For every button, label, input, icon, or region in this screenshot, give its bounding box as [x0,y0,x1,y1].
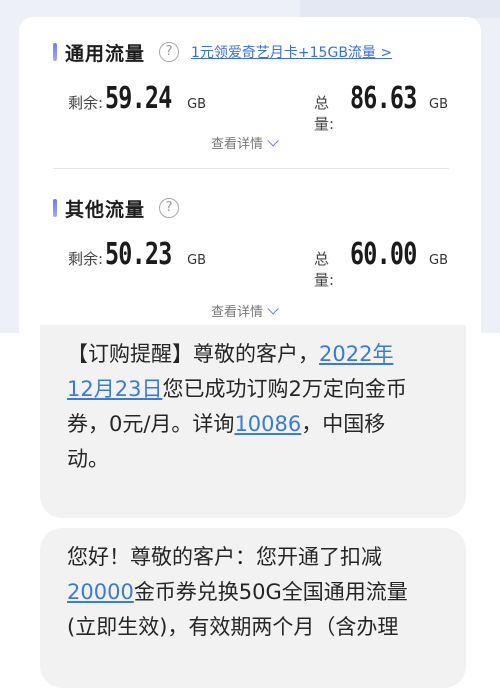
message-text: 您已成功订购2万定向金币 [162,377,407,401]
message-line: 券，0元/月。详询10086，中国移 [67,407,442,442]
total-unit: GB [429,253,448,268]
total-value: 86.63 [350,81,417,116]
message-text: (立即生效)，有效期两个月（含办理 [67,615,399,639]
help-icon[interactable]: ? [159,198,180,218]
other-data-section: 其他流量 ? 剩余: 50.23 GB 总量: 60.00 GB 查看详情 [19,169,481,333]
accent-bar [53,199,57,217]
remaining-unit: GB [187,253,207,268]
date-link[interactable]: 2022年 [319,342,393,366]
other-data-stats: 剩余: 50.23 GB 总量: 60.00 GB [68,237,448,289]
view-details-label: 查看详情 [211,305,264,320]
number-link[interactable]: 20000 [67,580,134,604]
data-usage-card: 通用流量 ? 1元领爱奇艺月卡+15GB流量 > 剩余: 59.24 GB 总量… [19,17,481,333]
top-strip [300,0,500,18]
message-line: 20000金币券兑换50G全国通用流量 [67,575,442,610]
accent-bar [53,43,57,61]
message-line: 您好！尊敬的客户：您开通了扣减 [67,540,442,575]
chevron-down-icon [267,134,279,147]
other-data-title: 其他流量 [65,198,146,221]
general-total: 总量: 86.63 GB [314,81,448,134]
remaining-label: 剩余: [68,250,104,268]
general-data-title: 通用流量 [65,42,146,65]
chevron-down-icon [267,302,279,315]
view-details-label: 查看详情 [211,137,264,152]
other-view-details-button[interactable]: 查看详情 [211,301,279,320]
data-usage-panel: 通用流量 ? 1元领爱奇艺月卡+15GB流量 > 剩余: 59.24 GB 总量… [0,0,500,333]
general-view-details-button[interactable]: 查看详情 [211,133,279,152]
message-line: 【订购提醒】尊敬的客户，2022年 [67,337,442,372]
total-label: 总量: [314,94,335,133]
sms-message-subscription: 【订购提醒】尊敬的客户，2022年 12月23日您已成功订购2万定向金币 券，0… [40,325,466,518]
general-data-section: 通用流量 ? 1元领爱奇艺月卡+15GB流量 > 剩余: 59.24 GB 总量… [19,17,481,169]
total-label: 总量: [314,250,335,289]
date-link[interactable]: 12月23日 [67,377,162,401]
remaining-value: 59.24 [105,81,172,116]
message-text: 券，0元/月。详询 [67,412,235,436]
general-data-header: 通用流量 ? 1元领爱奇艺月卡+15GB流量 > [53,37,392,67]
general-remaining: 剩余: 59.24 GB [68,81,206,116]
general-data-stats: 剩余: 59.24 GB 总量: 86.63 GB [68,81,448,133]
message-line: (立即生效)，有效期两个月（含办理 [67,610,442,645]
help-icon[interactable]: ? [159,42,180,62]
message-text: ，中国移 [301,412,386,436]
message-text: 金币券兑换50G全国通用流量 [133,580,408,604]
message-text: 动。 [67,447,109,471]
message-text: 【订购提醒】尊敬的客户， [67,342,319,366]
message-text: 您好！尊敬的客户：您开通了扣减 [67,545,382,569]
remaining-label: 剩余: [68,94,104,112]
remaining-value: 50.23 [105,237,172,272]
promo-link[interactable]: 1元领爱奇艺月卡+15GB流量 > [191,42,392,62]
total-unit: GB [429,97,448,112]
other-remaining: 剩余: 50.23 GB [68,237,206,272]
phone-link[interactable]: 10086 [234,412,301,436]
sms-message-exchange: 您好！尊敬的客户：您开通了扣减 20000金币券兑换50G全国通用流量 (立即生… [40,528,466,688]
message-line: 动。 [67,442,442,477]
other-data-header: 其他流量 ? [53,193,180,223]
other-total: 总量: 60.00 GB [314,237,448,290]
message-line: 12月23日您已成功订购2万定向金币 [67,372,442,407]
total-value: 60.00 [350,237,417,272]
remaining-unit: GB [187,97,207,112]
